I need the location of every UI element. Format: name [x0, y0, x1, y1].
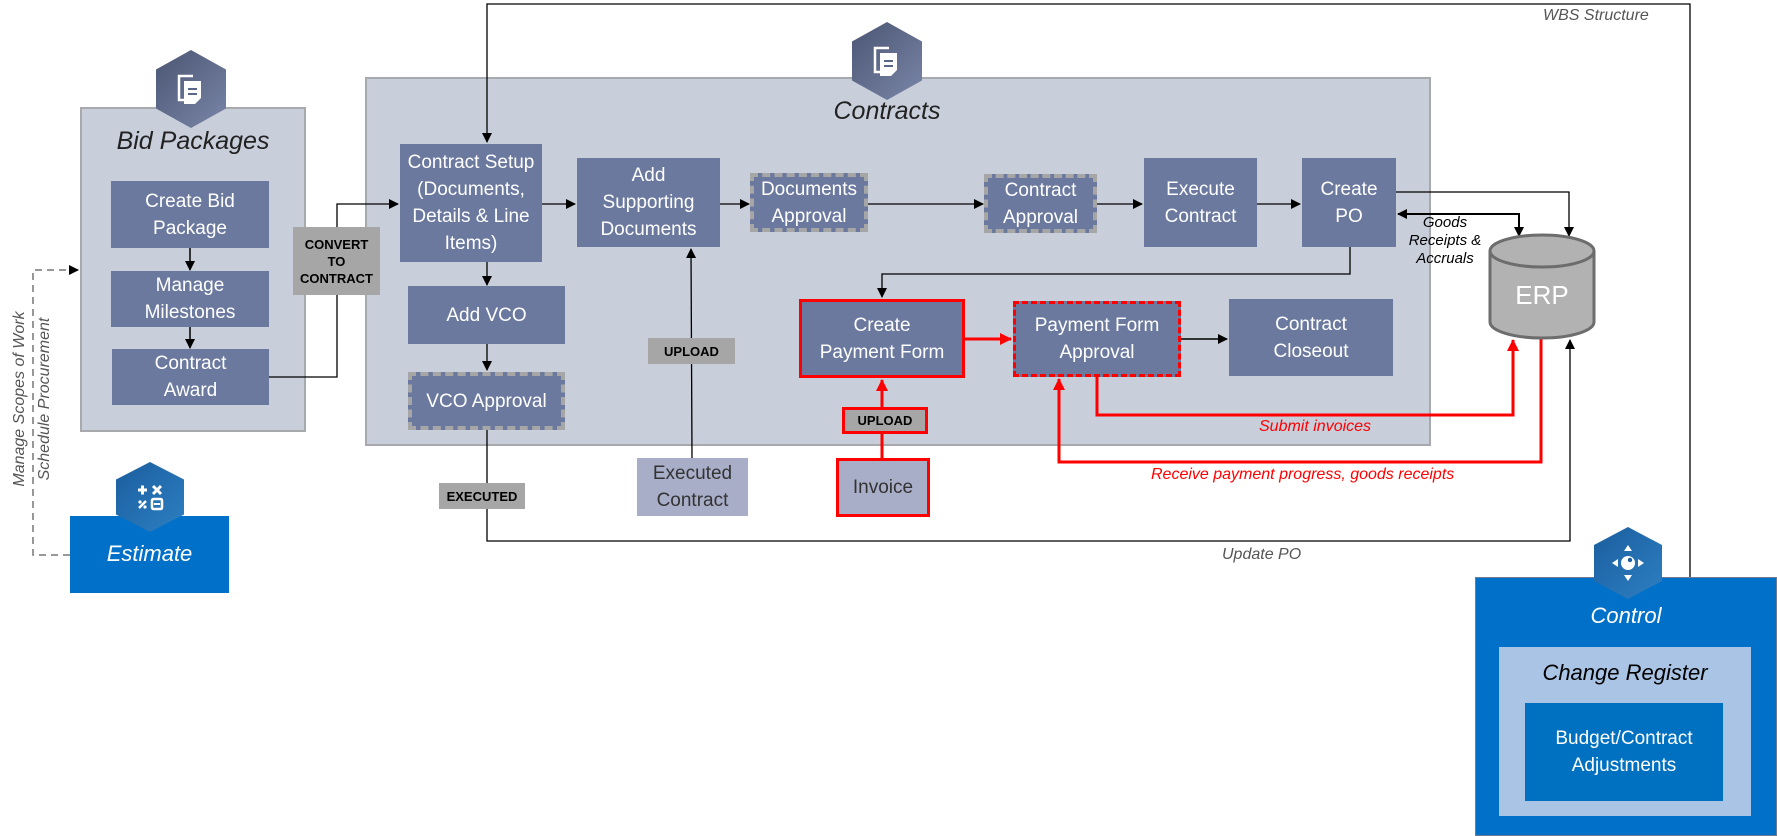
document-stack-icon — [177, 74, 201, 104]
upload-invoice-tag: UPLOAD — [842, 407, 928, 434]
estimate-title: Estimate — [106, 541, 193, 566]
invoice-document[interactable]: Invoice — [836, 458, 930, 517]
schedule-procurement-label: Schedule Procurement — [36, 317, 53, 481]
upload-supporting-tag: UPLOAD — [648, 338, 735, 364]
submit-invoices-label: Submit invoices — [1259, 418, 1372, 435]
bid-packages-title: Bid Packages — [116, 127, 270, 155]
add-supporting-documents-step[interactable]: Add Supporting Documents — [577, 158, 720, 247]
create-po-step[interactable]: Create PO — [1302, 158, 1396, 247]
manage-milestones-step[interactable]: Manage Milestones — [111, 271, 269, 327]
contracts-title: Contracts — [833, 97, 941, 125]
contract-closeout-step[interactable]: Contract Closeout — [1229, 299, 1393, 376]
executed-tag: EXECUTED — [439, 483, 525, 509]
vco-approval-step[interactable]: VCO Approval — [408, 372, 565, 430]
contract-approval-step[interactable]: Contract Approval — [984, 174, 1097, 233]
control-title: Control — [1590, 603, 1662, 628]
execute-contract-step[interactable]: Execute Contract — [1144, 158, 1257, 247]
document-stack-icon — [873, 46, 897, 76]
budget-contract-adjustments-step[interactable]: Budget/Contract Adjustments — [1525, 703, 1723, 801]
calculator-icon — [138, 484, 164, 511]
update-po-label: Update PO — [1222, 546, 1302, 563]
create-payment-form-step[interactable]: Create Payment Form — [799, 299, 965, 378]
erp-label: ERP — [1515, 280, 1569, 310]
change-register-title: Change Register — [1542, 660, 1708, 685]
manage-scopes-label: Manage Scopes of Work — [11, 311, 28, 487]
create-bid-package-step[interactable]: Create Bid Package — [111, 181, 269, 248]
goods-receipts-label: Goods Receipts & Accruals — [1408, 214, 1482, 267]
payment-form-approval-step[interactable]: Payment Form Approval — [1013, 301, 1181, 377]
add-vco-step[interactable]: Add VCO — [408, 286, 565, 344]
documents-approval-step[interactable]: Documents Approval — [750, 173, 868, 232]
contract-award-step[interactable]: Contract Award — [112, 349, 269, 405]
executed-contract-document[interactable]: Executed Contract — [637, 458, 748, 516]
wbs-structure-label: WBS Structure — [1543, 7, 1649, 24]
convert-to-contract-tag: CONVERT TO CONTRACT — [293, 227, 380, 295]
joystick-icon — [1612, 545, 1644, 581]
contract-setup-step[interactable]: Contract Setup (Documents, Details & Lin… — [400, 144, 542, 262]
receive-payment-label: Receive payment progress, goods receipts — [1151, 466, 1455, 483]
